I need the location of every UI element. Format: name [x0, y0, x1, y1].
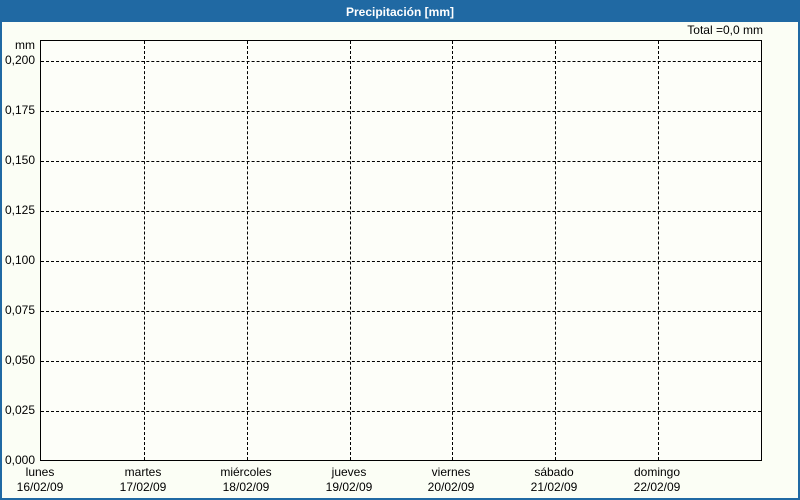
- x-date-label: 20/02/09: [427, 480, 475, 494]
- y-gridline: [41, 261, 761, 262]
- x-date-label: 18/02/09: [222, 480, 270, 494]
- y-tick-label: 0,150: [4, 153, 35, 167]
- x-tick-label: lunes 16/02/09: [17, 463, 64, 495]
- x-gridline: [350, 41, 351, 460]
- x-day-label: jueves: [331, 465, 367, 479]
- y-tick-label: 0,100: [4, 253, 35, 267]
- y-gridline: [41, 111, 761, 112]
- y-axis: 0,000 0,025 0,050 0,075 0,100 0,125 0,150 0,175…: [2, 40, 37, 467]
- x-day-label: lunes: [25, 465, 55, 479]
- chart-area: Total =0,0 mm mm 0,000 0,025 0,050 0,075 0,1…: [2, 22, 798, 498]
- x-axis: lunes 16/02/09 martes 17/02/09 miércoles 18/0…: [17, 463, 762, 497]
- x-gridline: [555, 41, 556, 460]
- x-day-label: martes: [124, 465, 162, 479]
- x-tick-label: viernes 20/02/09: [428, 463, 475, 495]
- y-tick-label: 0,125: [4, 203, 35, 217]
- x-tick-label: martes 17/02/09: [120, 463, 167, 495]
- x-day-label: viernes: [431, 465, 471, 479]
- x-gridline: [247, 41, 248, 460]
- y-tick-label: 0,175: [4, 103, 35, 117]
- x-day-label: miércoles: [220, 465, 272, 479]
- x-tick-label: miércoles 18/02/09: [220, 463, 271, 495]
- y-tick-label: 0,075: [4, 303, 35, 317]
- x-date-label: 17/02/09: [119, 480, 167, 494]
- y-gridline: [41, 411, 761, 412]
- y-gridline: [41, 311, 761, 312]
- y-gridline: [41, 161, 761, 162]
- x-date-label: 21/02/09: [530, 480, 578, 494]
- chart-title: Precipitación [mm]: [345, 5, 455, 19]
- x-date-label: 19/02/09: [325, 480, 373, 494]
- y-tick-label: 0,200: [4, 53, 35, 67]
- y-gridline: [41, 211, 761, 212]
- x-day-label: sábado: [534, 465, 574, 479]
- x-gridline: [658, 41, 659, 460]
- plot-area: [40, 40, 762, 461]
- x-tick-label: domingo 22/02/09: [634, 463, 681, 495]
- y-gridline: [41, 61, 761, 62]
- x-tick-label: sábado 21/02/09: [531, 463, 578, 495]
- x-day-label: domingo: [633, 465, 681, 479]
- y-tick-label: 0,050: [4, 353, 35, 367]
- x-date-label: 22/02/09: [633, 480, 681, 494]
- x-tick-label: jueves 19/02/09: [326, 463, 373, 495]
- x-gridline: [144, 41, 145, 460]
- chart-window: Precipitación [mm] Total =0,0 mm mm 0,00…: [0, 0, 800, 500]
- x-date-label: 16/02/09: [16, 480, 64, 494]
- total-label: Total =0,0 mm: [687, 23, 763, 37]
- chart-title-bar: Precipitación [mm]: [2, 2, 798, 22]
- x-gridline: [452, 41, 453, 460]
- y-gridline: [41, 361, 761, 362]
- y-tick-label: 0,025: [4, 403, 35, 417]
